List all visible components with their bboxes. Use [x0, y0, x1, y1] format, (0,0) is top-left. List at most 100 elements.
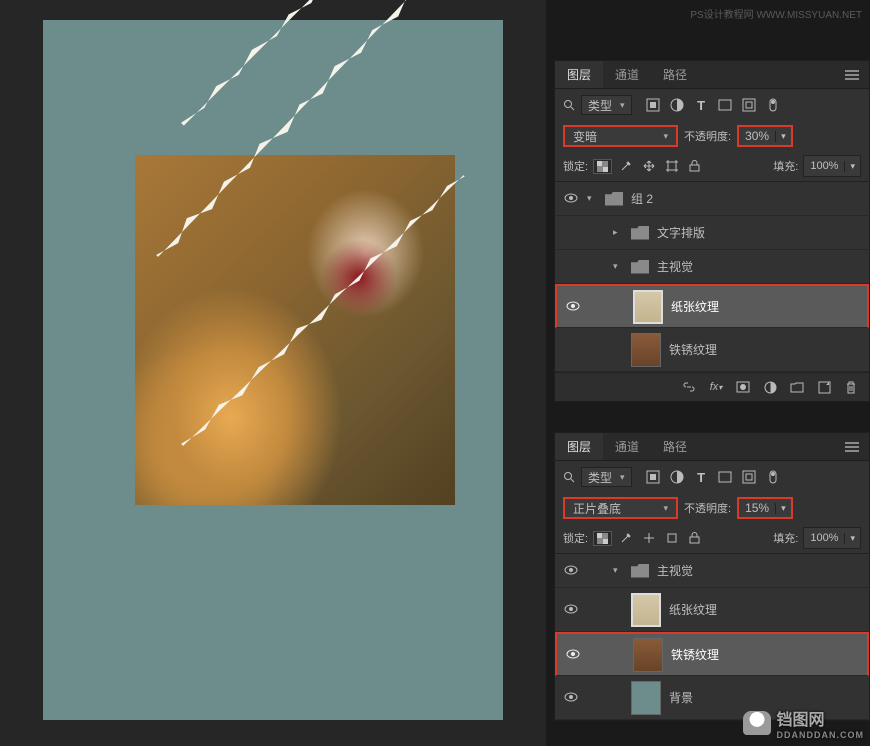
layer-row-group[interactable]: ▾ 主视觉 — [555, 554, 869, 588]
layer-row-group[interactable]: ▸ 文字排版 — [555, 216, 869, 250]
layer-name: 铁锈纹理 — [669, 341, 861, 358]
filter-pixel-icon[interactable] — [646, 470, 661, 485]
opacity-value: 15% — [739, 501, 775, 515]
layer-name: 文字排版 — [657, 224, 861, 241]
blend-opacity-row: 正片叠底 ▾ 不透明度: 15% ▾ — [555, 493, 869, 523]
watermark-bottom: 铛图网 DDANDDAN.COM — [743, 706, 865, 740]
visibility-toggle[interactable] — [563, 192, 579, 206]
visibility-toggle[interactable] — [563, 603, 579, 617]
twirl-down-icon[interactable]: ▾ — [613, 261, 623, 272]
fill-value: 100% — [804, 160, 844, 172]
opacity-field[interactable]: 30% ▾ — [737, 125, 793, 147]
document-canvas[interactable] — [43, 20, 503, 720]
panel-menu-icon[interactable] — [835, 442, 869, 452]
lock-pixels-icon[interactable] — [617, 159, 635, 173]
folder-icon — [631, 260, 649, 274]
lock-artboard-icon[interactable] — [663, 531, 681, 545]
layer-thumbnail[interactable] — [631, 333, 661, 367]
layer-thumbnail[interactable] — [633, 638, 663, 672]
layer-row-group[interactable]: ▾ 组 2 — [555, 182, 869, 216]
filter-type-label: 类型 — [588, 469, 612, 486]
lock-transparency-icon[interactable] — [593, 159, 612, 174]
lock-transparency-icon[interactable] — [593, 531, 612, 546]
layer-row-rust-texture[interactable]: 铁锈纹理 — [555, 632, 869, 676]
lock-position-icon[interactable] — [640, 531, 658, 545]
filter-shape-icon[interactable] — [718, 470, 733, 485]
adjustment-layer-icon[interactable] — [762, 379, 778, 395]
tab-layers[interactable]: 图层 — [555, 61, 603, 88]
fill-value: 100% — [804, 532, 844, 544]
folder-icon — [631, 564, 649, 578]
layer-row-paper-texture[interactable]: 纸张纹理 — [555, 588, 869, 632]
filter-shape-icon[interactable] — [718, 98, 733, 113]
blend-opacity-row: 变暗 ▾ 不透明度: 30% ▾ — [555, 121, 869, 151]
tab-channels[interactable]: 通道 — [603, 61, 651, 88]
canvas-area — [0, 0, 546, 746]
layer-name: 主视觉 — [657, 562, 861, 579]
filter-adjust-icon[interactable] — [670, 470, 685, 485]
lock-all-icon[interactable] — [686, 531, 703, 545]
twirl-right-icon[interactable]: ▸ — [613, 227, 623, 238]
fill-field[interactable]: 100% ▾ — [803, 155, 861, 177]
fill-field[interactable]: 100% ▾ — [803, 527, 861, 549]
tab-paths[interactable]: 路径 — [651, 61, 699, 88]
visibility-toggle[interactable] — [565, 648, 581, 662]
opacity-field[interactable]: 15% ▾ — [737, 497, 793, 519]
opacity-label: 不透明度: — [684, 128, 731, 144]
fill-label: 填充: — [773, 530, 798, 546]
filter-smart-icon[interactable] — [742, 470, 757, 485]
twirl-down-icon[interactable]: ▾ — [613, 565, 623, 576]
lock-all-icon[interactable] — [686, 159, 703, 173]
filter-type-icon[interactable]: T — [694, 470, 709, 485]
filter-type-icon[interactable]: T — [694, 98, 709, 113]
lock-position-icon[interactable] — [640, 159, 658, 173]
blend-mode-dropdown[interactable]: 变暗 ▾ — [563, 125, 678, 147]
layer-name: 纸张纹理 — [671, 298, 859, 315]
search-icon — [563, 99, 575, 111]
filter-pixel-icon[interactable] — [646, 98, 661, 113]
watermark-text: 铛图网 — [777, 712, 825, 729]
tab-paths[interactable]: 路径 — [651, 433, 699, 460]
delete-layer-icon[interactable] — [843, 379, 859, 395]
lock-fill-row: 锁定: 填充: 100% ▾ — [555, 523, 869, 554]
layer-name: 主视觉 — [657, 258, 861, 275]
lock-artboard-icon[interactable] — [663, 159, 681, 173]
chevron-down-icon: ▾ — [775, 131, 791, 142]
panel-menu-icon[interactable] — [835, 70, 869, 80]
layer-thumbnail[interactable] — [633, 290, 663, 324]
fill-label: 填充: — [773, 158, 798, 174]
layer-row-paper-texture[interactable]: 纸张纹理 — [555, 284, 869, 328]
layer-name: 组 2 — [631, 190, 861, 207]
opacity-label: 不透明度: — [684, 500, 731, 516]
blend-mode-dropdown[interactable]: 正片叠底 ▾ — [563, 497, 678, 519]
layers-panel: 图层 通道 路径 类型 ▾ T 变暗 — [554, 60, 870, 402]
tab-channels[interactable]: 通道 — [603, 433, 651, 460]
layer-row-rust-texture[interactable]: 铁锈纹理 — [555, 328, 869, 372]
search-icon — [563, 471, 575, 483]
layer-thumbnail[interactable] — [631, 593, 661, 627]
visibility-toggle[interactable] — [563, 564, 579, 578]
lock-pixels-icon[interactable] — [617, 531, 635, 545]
filter-type-dropdown[interactable]: 类型 ▾ — [581, 95, 632, 115]
filter-smart-icon[interactable] — [742, 98, 757, 113]
blend-mode-value: 变暗 — [573, 128, 597, 145]
new-layer-icon[interactable] — [816, 379, 832, 395]
link-layers-icon[interactable] — [681, 379, 697, 395]
chevron-down-icon: ▾ — [844, 533, 860, 544]
twirl-down-icon[interactable]: ▾ — [587, 193, 597, 204]
panel-tabs: 图层 通道 路径 — [555, 61, 869, 89]
filter-type-dropdown[interactable]: 类型 ▾ — [581, 467, 632, 487]
visibility-toggle[interactable] — [563, 691, 579, 705]
layer-fx-icon[interactable]: fx▾ — [708, 379, 724, 395]
filter-toggle-icon[interactable] — [766, 470, 781, 485]
chevron-down-icon: ▾ — [620, 472, 625, 483]
lock-label: 锁定: — [563, 158, 588, 174]
layer-thumbnail[interactable] — [631, 681, 661, 715]
tab-layers[interactable]: 图层 — [555, 433, 603, 460]
filter-adjust-icon[interactable] — [670, 98, 685, 113]
layer-row-group[interactable]: ▾ 主视觉 — [555, 250, 869, 284]
new-group-icon[interactable] — [789, 379, 805, 395]
filter-toggle-icon[interactable] — [766, 98, 781, 113]
visibility-toggle[interactable] — [565, 300, 581, 314]
layer-mask-icon[interactable] — [735, 379, 751, 395]
